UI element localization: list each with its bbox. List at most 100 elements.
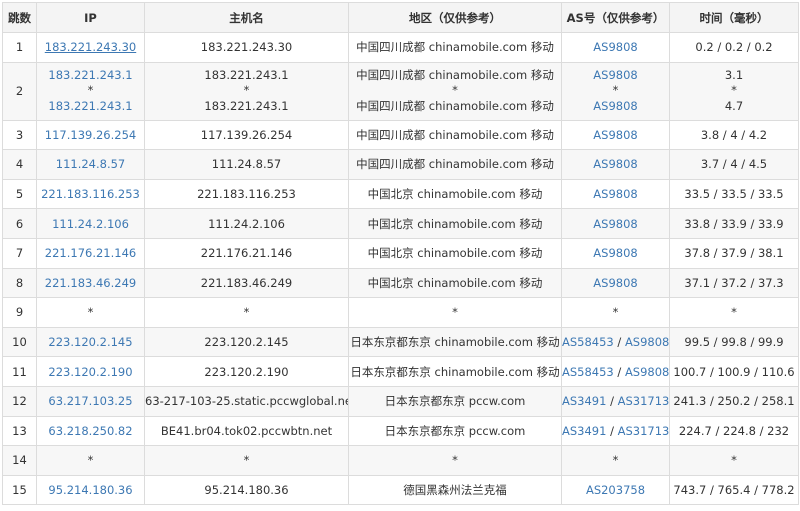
- hop-cell: 13: [2, 415, 37, 447]
- time-cell: 3.7 / 4 / 4.5: [669, 149, 799, 180]
- time-text: 100.7 / 100.9 / 110.6: [673, 364, 795, 379]
- as-line: AS9808: [593, 128, 637, 142]
- hop-cell: 10: [2, 326, 37, 358]
- as-line: *: [563, 83, 669, 98]
- as-link[interactable]: AS9808: [593, 157, 637, 171]
- region-cell: *: [348, 445, 562, 476]
- as-separator: /: [606, 394, 618, 409]
- hostname-text: 221.176.21.146: [200, 246, 293, 261]
- as-cell: AS9808: [561, 32, 670, 63]
- hostname-text: 223.120.2.145: [204, 335, 289, 350]
- region-cell: 中国北京 chinamobile.com 移动: [348, 208, 562, 239]
- time-text: 743.7 / 765.4 / 778.2: [673, 483, 795, 498]
- as-cell: AS9808: [561, 149, 670, 180]
- as-link[interactable]: AS9808: [593, 217, 637, 231]
- as-cell: AS203758: [561, 474, 670, 506]
- time-cell: 37.8 / 37.9 / 38.1: [669, 237, 799, 269]
- hop-cell: 4: [2, 149, 37, 180]
- as-link[interactable]: AS9808: [625, 335, 669, 349]
- time-cell: 0.2 / 0.2 / 0.2: [669, 32, 799, 63]
- time-text: 3.1: [724, 68, 744, 83]
- as-link[interactable]: AS58453: [563, 365, 614, 379]
- region-text: *: [452, 453, 458, 468]
- table-row: 4 111.24.8.57 111.24.8.57 中国四川成都 chinamobil…: [2, 149, 799, 180]
- ip-link[interactable]: 223.120.2.190: [48, 365, 132, 379]
- region-cell: 日本东京都东京 chinamobile.com 移动: [348, 326, 562, 358]
- table-row: 15 95.214.180.36 95.214.180.36 德国黑森州法兰克福 AS2…: [2, 474, 799, 506]
- table-row: 12 63.217.103.25 63-217-103-25.static.pccw…: [2, 385, 799, 417]
- as-cell: *: [561, 445, 670, 476]
- ip-link[interactable]: 223.120.2.145: [48, 335, 132, 349]
- region-text: 日本东京都东京 chinamobile.com 移动: [350, 335, 560, 350]
- time-cell: 100.7 / 100.9 / 110.6: [669, 356, 799, 387]
- as-link[interactable]: AS9808: [593, 246, 637, 260]
- time-text: 224.7 / 224.8 / 232: [678, 423, 790, 438]
- ip-link[interactable]: 221.183.46.249: [45, 276, 136, 290]
- as-line: AS3491 / AS31713: [563, 394, 669, 409]
- as-link[interactable]: AS9808: [625, 365, 669, 379]
- ip-link[interactable]: 183.221.243.30: [45, 40, 136, 54]
- region-cell: 中国四川成都 chinamobile.com 移动: [348, 119, 562, 151]
- as-link[interactable]: AS9808: [593, 276, 637, 290]
- hostname-text: 111.24.8.57: [211, 157, 282, 172]
- time-cell: 241.3 / 250.2 / 258.1: [669, 385, 799, 417]
- ip-cell: 183.221.243.30: [36, 32, 145, 63]
- time-text: 33.5 / 33.5 / 33.5: [684, 187, 784, 202]
- as-link[interactable]: AS9808: [593, 128, 637, 142]
- time-text: 37.8 / 37.9 / 38.1: [684, 246, 784, 261]
- as-link[interactable]: AS9808: [593, 68, 637, 82]
- ip-cell: 221.183.46.249: [36, 267, 145, 299]
- region-text: 中国北京 chinamobile.com 移动: [367, 275, 543, 290]
- as-link[interactable]: AS58453: [563, 335, 614, 349]
- ip-link[interactable]: 111.24.8.57: [56, 157, 126, 171]
- hostname-text: 117.139.26.254: [200, 127, 293, 142]
- as-link[interactable]: AS9808: [593, 40, 637, 54]
- as-line: AS9808: [593, 187, 637, 201]
- header-ip: IP: [36, 2, 145, 33]
- as-link[interactable]: AS203758: [586, 483, 645, 497]
- time-text: *: [731, 453, 737, 468]
- as-line: AS9808: [593, 157, 637, 171]
- region-cell: *: [348, 297, 562, 328]
- hop-cell: 12: [2, 385, 37, 417]
- ip-cell: 63.218.250.82: [36, 415, 145, 447]
- region-text: 日本东京都东京 pccw.com: [384, 394, 526, 409]
- as-link[interactable]: AS31713: [618, 394, 669, 408]
- ip-link[interactable]: 221.183.116.253: [41, 187, 140, 201]
- time-cell: 743.7 / 765.4 / 778.2: [669, 474, 799, 506]
- ip-cell: 221.176.21.146: [36, 237, 145, 269]
- hostname-text: *: [243, 83, 250, 98]
- as-link[interactable]: AS3491: [563, 394, 607, 408]
- hostname-cell: 183.221.243.30: [144, 32, 349, 63]
- ip-link[interactable]: 111.24.2.106: [52, 217, 129, 231]
- table-row: 5 221.183.116.253 221.183.116.253 中国北京 chin…: [2, 178, 799, 210]
- ip-link[interactable]: 95.214.180.36: [48, 483, 132, 497]
- ip-link[interactable]: 221.176.21.146: [45, 246, 136, 260]
- as-line: AS9808: [563, 99, 669, 114]
- time-text: *: [731, 305, 737, 320]
- as-link[interactable]: AS3491: [563, 424, 607, 438]
- region-text: 中国北京 chinamobile.com 移动: [367, 246, 543, 261]
- hop-cell: 9: [2, 297, 37, 328]
- as-link[interactable]: AS9808: [593, 99, 637, 113]
- table-body: 1 183.221.243.30 183.221.243.30 中国四川成都 chin…: [2, 32, 799, 506]
- hostname-text: 221.183.116.253: [197, 187, 296, 202]
- hostname-text: BE41.br04.tok02.pccwbtn.net: [160, 423, 333, 438]
- hop-cell: 7: [2, 237, 37, 269]
- hostname-cell: *: [144, 297, 349, 328]
- hostname-text: *: [243, 305, 250, 320]
- as-separator: /: [613, 335, 625, 350]
- ip-link[interactable]: 183.221.243.1: [38, 68, 144, 83]
- as-cell: AS9808: [561, 237, 670, 269]
- region-text: 中国四川成都 chinamobile.com 移动: [356, 40, 554, 55]
- ip-link[interactable]: 63.218.250.82: [48, 424, 132, 438]
- as-cell: *: [561, 297, 670, 328]
- ip-link[interactable]: 183.221.243.1: [38, 99, 144, 114]
- ip-link[interactable]: 117.139.26.254: [45, 128, 136, 142]
- as-link[interactable]: AS9808: [593, 187, 637, 201]
- as-link[interactable]: AS31713: [618, 424, 669, 438]
- as-line: *: [613, 453, 619, 467]
- ip-link[interactable]: 63.217.103.25: [48, 394, 132, 408]
- traceroute-table: 跳数 IP 主机名 地区（仅供参考） AS号（仅供参考） 时间（毫秒） 1 183…: [2, 2, 799, 506]
- time-cell: 99.5 / 99.8 / 99.9: [669, 326, 799, 358]
